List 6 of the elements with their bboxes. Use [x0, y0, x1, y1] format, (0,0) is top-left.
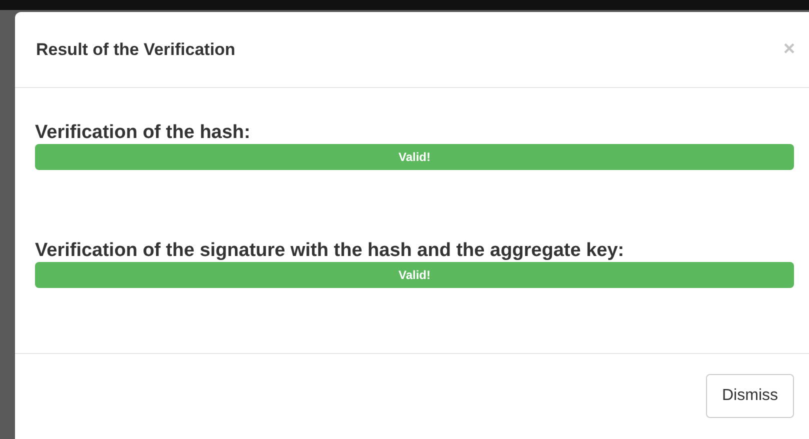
status-text: Valid! [398, 150, 430, 164]
check-label: Verification of the signature with the hash and the aggregate key: [35, 240, 626, 262]
dialog-title: Result of the Verification [36, 40, 236, 60]
check-label: Verification of the hash: [35, 122, 252, 144]
status-text: Valid! [398, 268, 430, 282]
dismiss-button[interactable]: Dismiss [706, 374, 794, 418]
